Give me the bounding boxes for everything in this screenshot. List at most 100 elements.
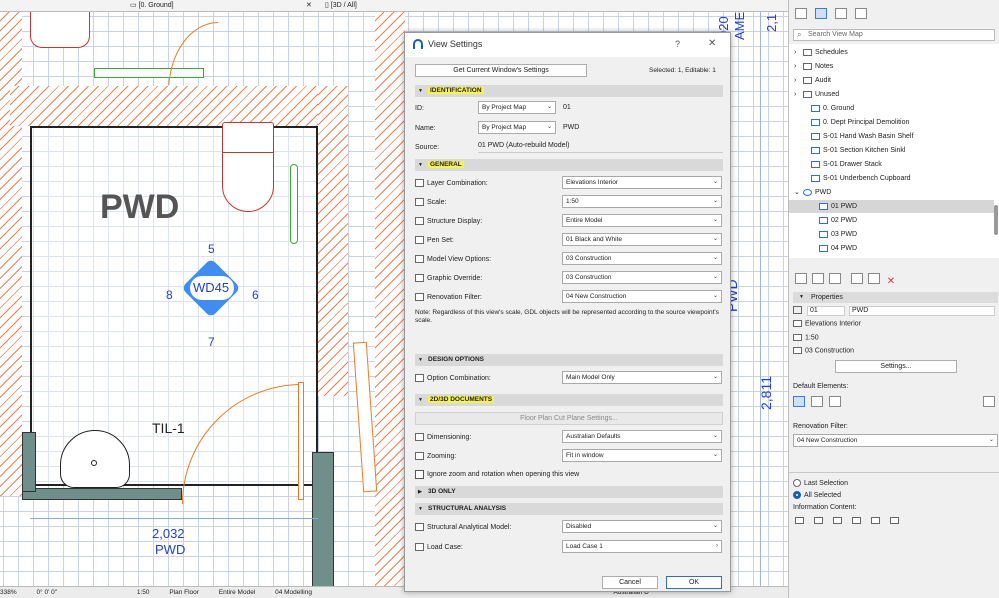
cut-plane-settings-button[interactable]: Floor Plan Cut Plane Settings... xyxy=(415,412,723,425)
cancel-button[interactable]: Cancel xyxy=(602,576,658,589)
transfer-icon[interactable] xyxy=(828,396,841,407)
tree-item[interactable]: 0. Ground xyxy=(789,102,994,115)
section-general[interactable]: ▼ GENERAL xyxy=(415,159,723,171)
model-view-options-select[interactable]: 03 Construction ⌄ xyxy=(562,252,722,265)
tree-item-label: S-01 Section Kitchen Sinkl xyxy=(823,147,906,154)
tree-item[interactable]: › Schedules xyxy=(789,46,994,59)
dimensioning-select[interactable]: Australian Defaults ⌄ xyxy=(562,430,722,443)
chevron-down-icon: ⌄ xyxy=(712,255,718,261)
expand-arrow-icon[interactable]: › xyxy=(794,74,796,87)
print-icon[interactable] xyxy=(983,396,995,407)
section-3d-only[interactable]: ▶ 3D ONLY xyxy=(415,486,723,498)
info-icon-1[interactable] xyxy=(795,517,804,524)
view-map-search[interactable]: ⌕ Search View Map xyxy=(793,29,995,41)
lock-icon[interactable] xyxy=(810,396,823,407)
tree-item[interactable]: S-01 Drawer Stack xyxy=(789,158,994,171)
dialog-close-icon[interactable]: ✕ xyxy=(708,38,716,49)
info-icon-6[interactable] xyxy=(889,517,899,524)
section-design-options[interactable]: ▼ DESIGN OPTIONS xyxy=(415,354,723,366)
tree-item[interactable]: 0. Dept Principal Demolition xyxy=(789,116,994,129)
new-subset-icon[interactable] xyxy=(850,273,863,284)
info-icon-2[interactable] xyxy=(813,517,823,524)
renovation-filter-select[interactable]: 04 New Construction ⌄ xyxy=(562,290,722,303)
option-combination-select[interactable]: Main Model Only ⌄ xyxy=(562,371,722,384)
info-icon-4[interactable] xyxy=(851,517,861,524)
tree-item[interactable]: › Notes xyxy=(789,60,994,73)
zooming-select[interactable]: Fit in window ⌄ xyxy=(562,449,722,462)
delete-icon[interactable]: ✕ xyxy=(887,276,895,287)
new-viewpoint-icon[interactable] xyxy=(795,273,807,284)
structural-model-select[interactable]: Disabled ⌄ xyxy=(562,520,722,533)
zooming-value: Fit in window xyxy=(566,452,604,459)
tree-item[interactable]: S-01 Section Kitchen Sinkl xyxy=(789,144,994,157)
prop-id-field[interactable]: 01 xyxy=(807,306,845,316)
scale-select[interactable]: 1:50 ⌄ xyxy=(562,195,722,208)
publisher-icon[interactable] xyxy=(854,8,867,19)
graphic-override-select[interactable]: 03 Construction ⌄ xyxy=(562,271,722,284)
tab-ground[interactable]: ▭ [0. Ground] xyxy=(130,0,174,11)
close-icon[interactable]: ✕ xyxy=(306,0,312,11)
info-icon-5[interactable] xyxy=(870,517,880,524)
section-structural-analysis[interactable]: ▼ STRUCTURAL ANALYSIS xyxy=(415,503,723,515)
structure-display[interactable]: Entire Model xyxy=(219,589,256,596)
prop-name-field[interactable]: PWD xyxy=(849,306,995,316)
renovation-filter-select[interactable]: 04 New Construction ⌄ xyxy=(793,434,998,447)
last-selection-radio[interactable]: Last Selection xyxy=(793,479,848,487)
ok-button[interactable]: OK xyxy=(666,576,722,589)
layer-plan-floor[interactable]: Plan Floor xyxy=(169,589,199,596)
structure-display-select[interactable]: Entire Model ⌄ xyxy=(562,214,722,227)
tree-scrollbar[interactable] xyxy=(994,205,998,235)
grab-rail xyxy=(290,164,298,244)
id-value[interactable]: 01 xyxy=(563,104,571,111)
dialog-titlebar[interactable]: View Settings ? ✕ xyxy=(405,33,730,57)
tree-item[interactable]: S-01 Hand Wash Basin Shelf xyxy=(789,130,994,143)
new-folder-icon[interactable] xyxy=(828,273,841,284)
collapse-arrow-icon: ▼ xyxy=(418,162,423,168)
tree-item[interactable]: 02 PWD xyxy=(789,214,994,227)
settings-button[interactable]: Settings... xyxy=(835,360,957,373)
expand-arrow-icon[interactable]: ⌄ xyxy=(794,186,800,199)
zoom-level[interactable]: 338% xyxy=(0,589,17,596)
section-identification[interactable]: ▼ IDENTIFICATION xyxy=(415,85,723,97)
section-2d3d-documents[interactable]: ▼ 2D/3D DOCUMENTS xyxy=(415,394,723,406)
expand-arrow-icon[interactable]: › xyxy=(794,60,796,73)
tree-item[interactable]: › Audit xyxy=(789,74,994,87)
help-button[interactable]: ? xyxy=(675,39,680,49)
expand-arrow-icon[interactable]: › xyxy=(794,46,796,59)
tree-item[interactable]: 01 PWD xyxy=(789,200,994,213)
tree-item-label: 03 PWD xyxy=(831,231,858,238)
wall-hatch-far-right xyxy=(375,12,405,592)
prop-scale-row: 1:50 xyxy=(793,334,819,341)
tree-item[interactable]: ⌄ PWD xyxy=(789,186,994,199)
properties-header[interactable]: ▼ Properties xyxy=(793,292,998,303)
clone-viewpoint-icon[interactable] xyxy=(811,273,824,284)
view-map-icon[interactable] xyxy=(814,8,827,19)
project-map-icon[interactable] xyxy=(795,8,807,19)
layer-combination-select[interactable]: Elevations Interior ⌄ xyxy=(562,176,722,189)
tree-item[interactable]: 03 PWD xyxy=(789,228,994,241)
model-view-options[interactable]: 04 Modelling xyxy=(275,589,312,596)
view-icon xyxy=(811,146,820,154)
ignore-zoom-checkbox[interactable] xyxy=(415,470,424,479)
name-value[interactable]: PWD xyxy=(563,124,579,131)
tab-3d-all[interactable]: ▯ [3D / All] xyxy=(325,0,357,11)
tree-item[interactable]: S-01 Underbench Cupboard xyxy=(789,172,994,185)
info-icon-3[interactable] xyxy=(832,517,842,524)
load-case-select[interactable]: Load Case 1 › xyxy=(562,540,722,553)
layout-book-icon[interactable] xyxy=(834,8,847,19)
tree-item[interactable]: › Unused xyxy=(789,88,994,101)
id-mode-select[interactable]: By Project Map ⌄ xyxy=(478,101,556,114)
expand-arrow-icon[interactable]: › xyxy=(794,88,796,101)
prop-id-row[interactable]: 01 PWD xyxy=(793,306,998,317)
all-selected-radio[interactable]: All Selected xyxy=(793,491,841,499)
name-mode-select[interactable]: By Project Map ⌄ xyxy=(478,121,556,134)
pen-set-select[interactable]: 01 Black and White ⌄ xyxy=(562,233,722,246)
save-view-icon[interactable] xyxy=(867,273,880,284)
grid-icon[interactable] xyxy=(793,396,805,407)
get-current-window-settings-button[interactable]: Get Current Window's Settings xyxy=(415,64,587,77)
tree-item[interactable]: 04 PWD xyxy=(789,242,994,255)
divider xyxy=(789,472,999,473)
angle-value[interactable]: 0° 0' 0" xyxy=(36,589,57,596)
tree-item-label: Unused xyxy=(815,91,840,98)
scale-value[interactable]: 1:50 xyxy=(137,589,150,596)
